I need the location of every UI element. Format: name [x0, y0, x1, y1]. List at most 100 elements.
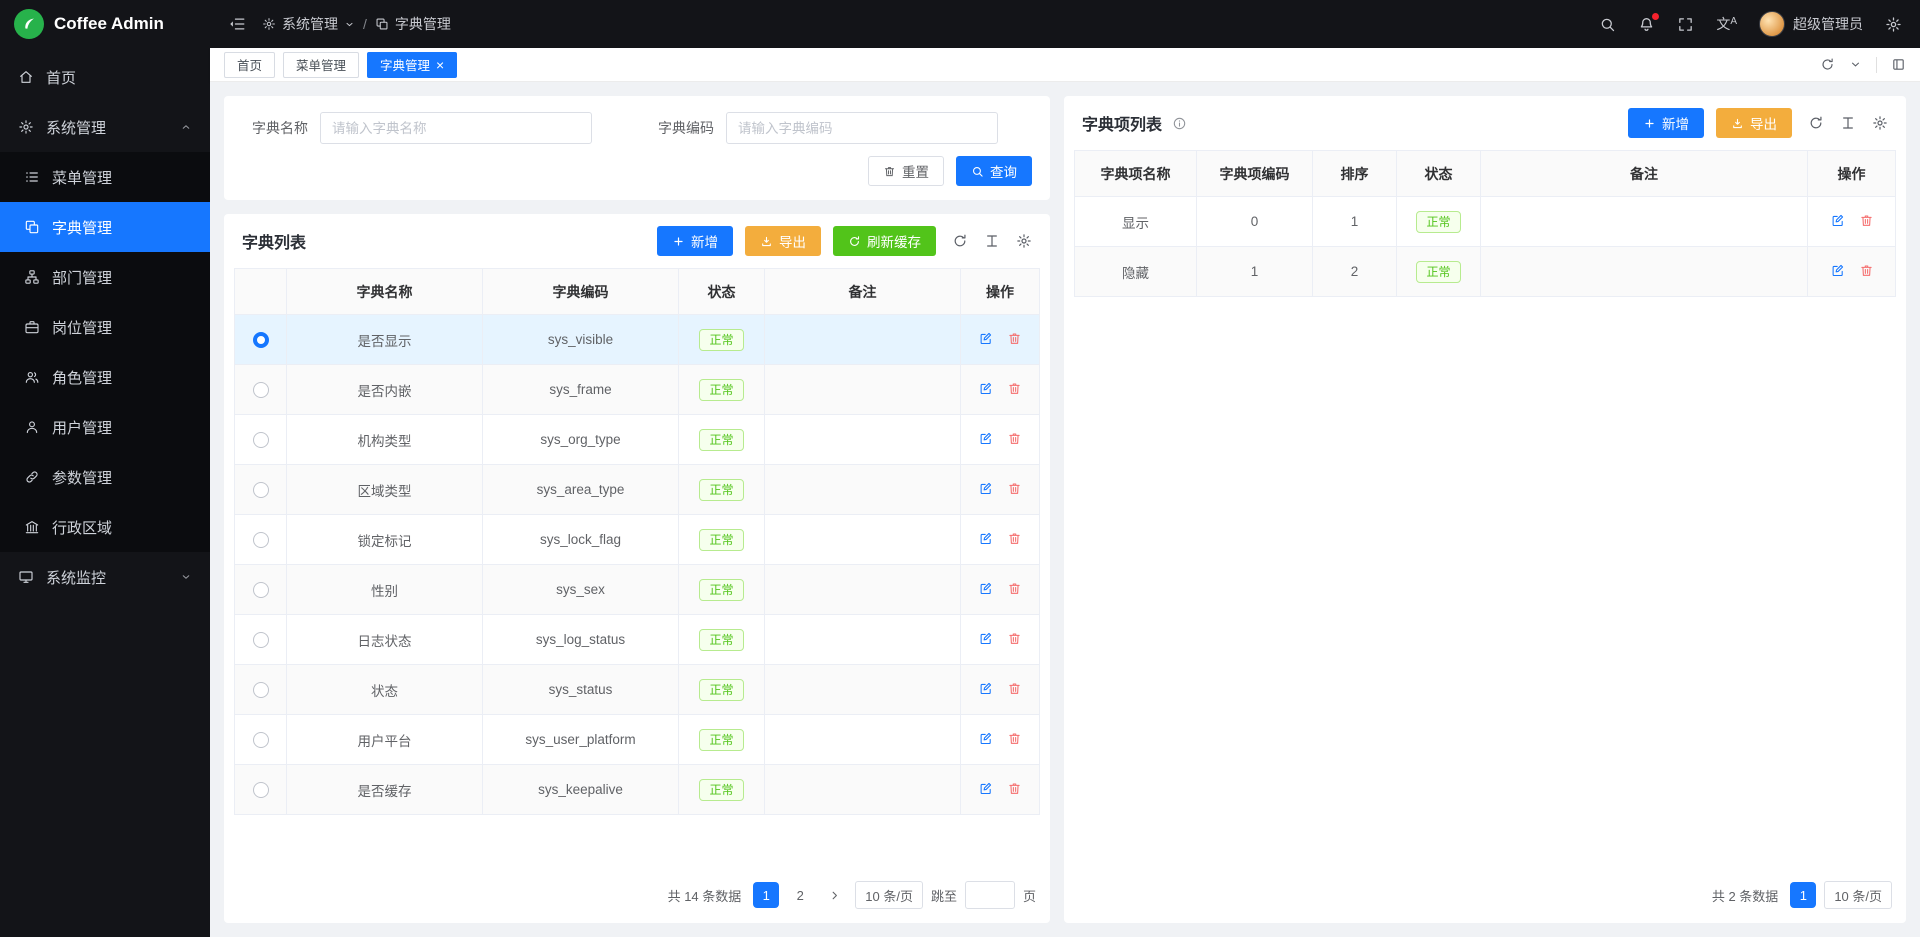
dict-name-cell: 区域类型	[287, 465, 483, 515]
delete-icon[interactable]	[1007, 781, 1022, 796]
reset-button[interactable]: 重置	[868, 156, 944, 186]
sidebar-item-dictionary-management[interactable]: 字典管理	[0, 202, 210, 252]
translate-icon[interactable]: 文A	[1716, 17, 1737, 31]
table-size-icon[interactable]	[1840, 115, 1856, 131]
delete-icon[interactable]	[1007, 531, 1022, 546]
export-dict-button[interactable]: 导出	[745, 226, 821, 256]
delete-icon[interactable]	[1007, 681, 1022, 696]
column-settings-gear-icon[interactable]	[1872, 115, 1888, 131]
table-row[interactable]: 锁定标记 sys_lock_flag 正常	[235, 515, 1040, 565]
edit-icon[interactable]	[978, 781, 993, 796]
page-button-1[interactable]: 1	[753, 882, 779, 908]
table-row[interactable]: 用户平台 sys_user_platform 正常	[235, 715, 1040, 765]
settings-gear-icon[interactable]	[1885, 16, 1902, 33]
row-radio[interactable]	[253, 682, 269, 698]
export-dict-items-button[interactable]: 导出	[1716, 108, 1792, 138]
edit-icon[interactable]	[978, 581, 993, 596]
table-size-icon[interactable]	[984, 233, 1000, 249]
tab-dictionary-management[interactable]: 字典管理 ×	[367, 52, 457, 78]
notification-bell-icon[interactable]	[1638, 16, 1655, 33]
page-button-2[interactable]: 2	[787, 882, 813, 908]
chevron-down-icon[interactable]	[1849, 58, 1862, 71]
dict-name-input[interactable]	[320, 112, 592, 144]
jump-page-input[interactable]	[965, 881, 1015, 909]
delete-icon[interactable]	[1007, 331, 1022, 346]
dict-code-input[interactable]	[726, 112, 998, 144]
table-row[interactable]: 机构类型 sys_org_type 正常	[235, 415, 1040, 465]
row-radio[interactable]	[253, 382, 269, 398]
table-row[interactable]: 是否缓存 sys_keepalive 正常	[235, 765, 1040, 815]
edit-icon[interactable]	[978, 431, 993, 446]
add-dict-item-button[interactable]: 新增	[1628, 108, 1704, 138]
row-radio[interactable]	[253, 332, 269, 348]
next-page-button[interactable]	[821, 882, 847, 908]
fullscreen-icon[interactable]	[1677, 16, 1694, 33]
refresh-cache-button[interactable]: 刷新缓存	[833, 226, 936, 256]
edit-icon[interactable]	[1830, 213, 1845, 228]
refresh-table-icon[interactable]	[952, 233, 968, 249]
delete-icon[interactable]	[1859, 213, 1874, 228]
page-size-select[interactable]: 10 条/页	[855, 881, 923, 909]
sidebar-item-system-monitor[interactable]: 系统监控	[0, 552, 210, 602]
delete-icon[interactable]	[1007, 581, 1022, 596]
row-radio[interactable]	[253, 532, 269, 548]
tab-close-icon[interactable]: ×	[436, 58, 444, 72]
refresh-tab-icon[interactable]	[1820, 57, 1835, 72]
breadcrumb-system-management[interactable]: 系统管理	[262, 14, 355, 34]
search-icon[interactable]	[1599, 16, 1616, 33]
department-icon	[24, 269, 40, 285]
edit-icon[interactable]	[1830, 263, 1845, 278]
edit-icon[interactable]	[978, 481, 993, 496]
table-row[interactable]: 状态 sys_status 正常	[235, 665, 1040, 715]
dict-code-cell: sys_org_type	[483, 415, 679, 465]
tab-home[interactable]: 首页	[224, 52, 275, 78]
add-dict-button[interactable]: 新增	[657, 226, 733, 256]
layout-expand-icon[interactable]	[1891, 57, 1906, 72]
sidebar-item-home[interactable]: 首页	[0, 52, 210, 102]
table-row[interactable]: 是否显示 sys_visible 正常	[235, 315, 1040, 365]
delete-icon[interactable]	[1007, 631, 1022, 646]
table-row[interactable]: 日志状态 sys_log_status 正常	[235, 615, 1040, 665]
sidebar-item-menu-management[interactable]: 菜单管理	[0, 152, 210, 202]
row-radio[interactable]	[253, 432, 269, 448]
row-radio[interactable]	[253, 732, 269, 748]
column-settings-gear-icon[interactable]	[1016, 233, 1032, 249]
edit-icon[interactable]	[978, 331, 993, 346]
delete-icon[interactable]	[1007, 731, 1022, 746]
row-radio[interactable]	[253, 582, 269, 598]
page-size-select[interactable]: 10 条/页	[1824, 881, 1892, 909]
search-button[interactable]: 查询	[956, 156, 1032, 186]
sidebar-item-user-management[interactable]: 用户管理	[0, 402, 210, 452]
user-menu[interactable]: 超级管理员	[1759, 11, 1863, 37]
sidebar-item-region-management[interactable]: 行政区域	[0, 502, 210, 552]
table-row[interactable]: 是否内嵌 sys_frame 正常	[235, 365, 1040, 415]
row-radio[interactable]	[253, 482, 269, 498]
edit-icon[interactable]	[978, 731, 993, 746]
delete-icon[interactable]	[1859, 263, 1874, 278]
sidebar-item-system-management[interactable]: 系统管理	[0, 102, 210, 152]
status-cell: 正常	[679, 315, 765, 365]
edit-icon[interactable]	[978, 631, 993, 646]
sidebar-item-role-management[interactable]: 角色管理	[0, 352, 210, 402]
page-button-1[interactable]: 1	[1790, 882, 1816, 908]
table-row[interactable]: 隐藏 1 2 正常	[1075, 247, 1896, 297]
tab-menu-management[interactable]: 菜单管理	[283, 52, 359, 78]
delete-icon[interactable]	[1007, 431, 1022, 446]
delete-icon[interactable]	[1007, 381, 1022, 396]
table-row[interactable]: 显示 0 1 正常	[1075, 197, 1896, 247]
collapse-sidebar-icon[interactable]	[228, 15, 246, 33]
row-radio[interactable]	[253, 632, 269, 648]
sidebar-item-parameter-management[interactable]: 参数管理	[0, 452, 210, 502]
table-row[interactable]: 性别 sys_sex 正常	[235, 565, 1040, 615]
row-radio[interactable]	[253, 782, 269, 798]
edit-icon[interactable]	[978, 681, 993, 696]
actions-cell	[961, 515, 1040, 565]
table-row[interactable]: 区域类型 sys_area_type 正常	[235, 465, 1040, 515]
edit-icon[interactable]	[978, 381, 993, 396]
delete-icon[interactable]	[1007, 481, 1022, 496]
sidebar-item-department-management[interactable]: 部门管理	[0, 252, 210, 302]
refresh-table-icon[interactable]	[1808, 115, 1824, 131]
sidebar-item-post-management[interactable]: 岗位管理	[0, 302, 210, 352]
edit-icon[interactable]	[978, 531, 993, 546]
plus-icon	[672, 235, 685, 248]
